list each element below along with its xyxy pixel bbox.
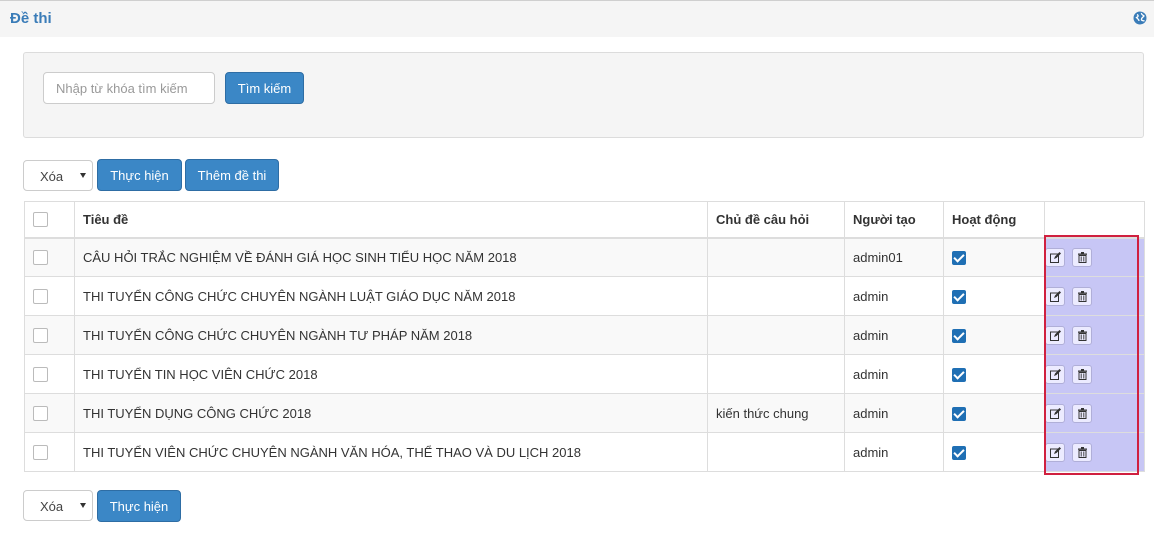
creator-cell: admin	[844, 315, 944, 355]
row-actions	[1044, 237, 1145, 277]
exam-table: Tiêu đề Chủ đề câu hỏi Người tạo Hoạt độ…	[24, 201, 1145, 472]
edit-icon	[1050, 446, 1061, 458]
delete-button[interactable]	[1071, 364, 1092, 384]
edit-icon	[1050, 329, 1061, 341]
creator-cell: admin01	[844, 237, 944, 277]
row-checkbox[interactable]	[33, 406, 48, 422]
search-input[interactable]	[43, 72, 215, 104]
select-all-cell	[24, 201, 75, 239]
table-row: THI TUYỂN DỤNG CÔNG CHỨC 2018 kiến thức …	[24, 393, 1145, 433]
column-header-creator[interactable]: Người tạo	[844, 201, 944, 239]
trash-icon	[1077, 290, 1087, 302]
bulk-action-select-bottom[interactable]: Xóa	[23, 490, 93, 521]
exam-title-link[interactable]: THI TUYỂN DỤNG CÔNG CHỨC 2018	[74, 393, 708, 433]
bulk-action-value: Xóa	[40, 499, 64, 514]
row-checkbox[interactable]	[33, 289, 48, 305]
edit-button[interactable]	[1045, 403, 1065, 423]
edit-icon	[1050, 290, 1061, 302]
table-row: THI TUYỂN VIÊN CHỨC CHUYÊN NGÀNH VĂN HÓA…	[24, 432, 1145, 472]
active-checkbox[interactable]	[952, 406, 966, 421]
row-actions	[1044, 432, 1145, 472]
row-actions	[1044, 276, 1145, 316]
bulk-action-select-top[interactable]: Xóa	[23, 160, 93, 191]
row-checkbox[interactable]	[33, 445, 48, 461]
edit-icon	[1050, 407, 1061, 419]
delete-button[interactable]	[1071, 442, 1092, 462]
search-button[interactable]: Tìm kiếm	[225, 72, 304, 104]
bulk-action-value: Xóa	[40, 169, 64, 184]
creator-cell: admin	[844, 432, 944, 472]
creator-cell: admin	[844, 354, 944, 394]
execute-button-top[interactable]: Thực hiện	[97, 159, 182, 191]
topic-cell: kiến thức chung	[707, 393, 845, 433]
table-row: THI TUYỂN CÔNG CHỨC CHUYÊN NGÀNH TƯ PHÁP…	[24, 315, 1145, 355]
trash-icon	[1077, 407, 1087, 419]
edit-button[interactable]	[1045, 325, 1065, 345]
trash-icon	[1077, 446, 1087, 458]
table-row: THI TUYỂN TIN HỌC VIÊN CHỨC 2018 admin	[24, 354, 1145, 394]
row-checkbox[interactable]	[33, 328, 48, 344]
topic-cell	[707, 237, 845, 277]
exam-title-link[interactable]: CÂU HỎI TRẮC NGHIỆM VỀ ĐÁNH GIÁ HỌC SINH…	[74, 237, 708, 277]
trash-icon	[1077, 368, 1087, 380]
active-checkbox[interactable]	[952, 328, 966, 343]
execute-button-bottom[interactable]: Thực hiện	[97, 490, 181, 522]
exam-title-link[interactable]: THI TUYỂN CÔNG CHỨC CHUYÊN NGÀNH TƯ PHÁP…	[74, 315, 708, 355]
trash-icon	[1077, 251, 1087, 263]
edit-icon	[1050, 251, 1061, 263]
exam-title-link[interactable]: THI TUYỂN VIÊN CHỨC CHUYÊN NGÀNH VĂN HÓA…	[74, 432, 708, 472]
exam-title-link[interactable]: THI TUYỂN CÔNG CHỨC CHUYÊN NGÀNH LUẬT GI…	[74, 276, 708, 316]
delete-button[interactable]	[1071, 403, 1092, 423]
select-all-checkbox[interactable]	[33, 212, 48, 228]
active-checkbox[interactable]	[952, 251, 966, 266]
row-actions	[1044, 393, 1145, 433]
active-checkbox[interactable]	[952, 289, 966, 304]
caret-down-icon	[80, 173, 86, 178]
row-checkbox[interactable]	[33, 250, 48, 266]
column-header-actions	[1044, 201, 1145, 239]
active-checkbox[interactable]	[952, 445, 966, 460]
active-checkbox[interactable]	[952, 367, 966, 382]
row-checkbox[interactable]	[33, 367, 48, 383]
caret-down-icon	[80, 503, 86, 508]
delete-button[interactable]	[1071, 247, 1092, 267]
page-title: Đề thi	[10, 10, 52, 27]
add-exam-button[interactable]: Thêm đề thi	[185, 159, 279, 191]
exam-title-link[interactable]: THI TUYỂN TIN HỌC VIÊN CHỨC 2018	[74, 354, 708, 394]
topic-cell	[707, 354, 845, 394]
delete-button[interactable]	[1071, 286, 1092, 306]
topic-cell	[707, 315, 845, 355]
creator-cell: admin	[844, 393, 944, 433]
topic-cell	[707, 276, 845, 316]
page-header: Đề thi	[0, 0, 1154, 37]
table-row: THI TUYỂN CÔNG CHỨC CHUYÊN NGÀNH LUẬT GI…	[24, 276, 1145, 316]
topic-cell	[707, 432, 845, 472]
column-header-active[interactable]: Hoạt động	[943, 201, 1045, 239]
table-header-row: Tiêu đề Chủ đề câu hỏi Người tạo Hoạt độ…	[24, 201, 1145, 239]
globe-icon[interactable]	[1133, 11, 1147, 25]
table-row: CÂU HỎI TRẮC NGHIỆM VỀ ĐÁNH GIÁ HỌC SINH…	[24, 237, 1145, 277]
edit-icon	[1050, 368, 1061, 380]
edit-button[interactable]	[1045, 442, 1065, 462]
edit-button[interactable]	[1045, 247, 1065, 267]
row-actions	[1044, 354, 1145, 394]
row-actions	[1044, 315, 1145, 355]
edit-button[interactable]	[1045, 364, 1065, 384]
column-header-title[interactable]: Tiêu đề	[74, 201, 708, 239]
delete-button[interactable]	[1071, 325, 1092, 345]
column-header-topic[interactable]: Chủ đề câu hỏi	[707, 201, 845, 239]
trash-icon	[1077, 329, 1087, 341]
creator-cell: admin	[844, 276, 944, 316]
edit-button[interactable]	[1045, 286, 1065, 306]
